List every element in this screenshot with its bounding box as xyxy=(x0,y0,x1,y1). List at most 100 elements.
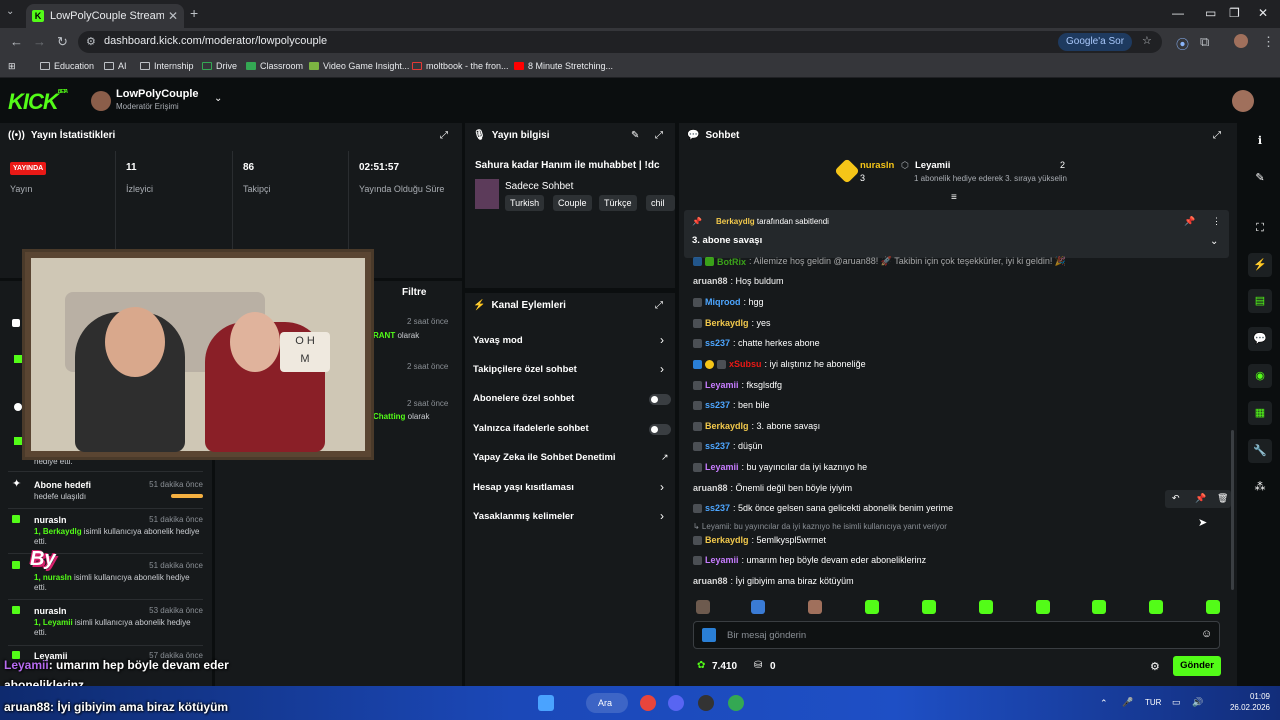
chat-message[interactable]: Berkaydlg: yes xyxy=(693,318,771,328)
chat-message[interactable]: ss237: 5dk önce gelsen sana gelicekti ab… xyxy=(693,503,953,513)
tag[interactable]: Turkish xyxy=(505,195,545,211)
pin-message-icon[interactable]: 📌 xyxy=(1195,493,1206,504)
chat-message[interactable]: Leyamii: umarım hep böyle devam eder abo… xyxy=(693,555,926,565)
chat-message[interactable]: aruan88: İyi gibiyim ama biraz kötüyüm xyxy=(693,576,854,586)
chat-icon[interactable]: 💬 xyxy=(1248,327,1272,351)
chrome-profile-icon[interactable] xyxy=(728,695,744,711)
chevron-down-icon[interactable]: ⌄ xyxy=(214,93,222,104)
kick-logo[interactable]: KICKBETA xyxy=(8,89,68,115)
restore-window-icon[interactable]: ❐ xyxy=(1229,6,1240,20)
account-age-action[interactable]: Hesap yaşı kısıtlaması xyxy=(473,482,574,493)
expand-icon[interactable]: ⤢ xyxy=(440,130,448,141)
extensions-puzzle-icon[interactable]: ⧉ xyxy=(1200,34,1209,50)
leader-1-name[interactable]: nurasln xyxy=(860,160,894,171)
bookmark-stretching[interactable]: 8 Minute Stretching... xyxy=(514,61,613,71)
chat-message[interactable]: Berkaydlg: 5emlkyspl5wrmet xyxy=(693,535,826,545)
extension-icon[interactable]: ⦿ xyxy=(1176,34,1189,53)
ai-moderation-action[interactable]: Yapay Zeka ile Sohbet Denetimi xyxy=(473,452,616,463)
reload-icon[interactable]: ↻ xyxy=(57,34,68,50)
emote-icon[interactable] xyxy=(979,600,993,614)
emote-icon[interactable] xyxy=(1036,600,1050,614)
chevron-down-icon[interactable]: ⌄ xyxy=(1210,236,1218,247)
chevron-right-icon[interactable]: › xyxy=(660,362,664,376)
chevron-right-icon[interactable]: › xyxy=(660,333,664,347)
emote-icon[interactable] xyxy=(1092,600,1106,614)
tab-list-icon[interactable]: ⌄ xyxy=(6,6,14,17)
banned-words-action[interactable]: Yasaklanmış kelimeler xyxy=(473,511,574,522)
category-name[interactable]: Sadece Sohbet xyxy=(505,181,573,192)
chat-message[interactable]: Leyamii: fksglsdfg xyxy=(693,380,782,390)
site-info-icon[interactable]: ⚙ xyxy=(86,35,96,48)
external-link-icon[interactable]: ↗ xyxy=(661,452,669,463)
chat-message[interactable]: ss237: ben bile xyxy=(693,400,770,410)
minimize-window-icon[interactable]: — xyxy=(1172,6,1184,20)
emote-icon[interactable] xyxy=(922,600,936,614)
channel-points[interactable]: 7.410 xyxy=(712,661,737,672)
address-bar[interactable]: ⚙ dashboard.kick.com/moderator/lowpolyco… xyxy=(78,31,1162,53)
obs-icon[interactable] xyxy=(698,695,714,711)
bookmark-video-game-insight[interactable]: Video Game Insight... xyxy=(309,61,409,71)
chat-message[interactable]: Miqrood: hgg xyxy=(693,297,764,307)
discord-icon[interactable] xyxy=(668,695,684,711)
send-button[interactable]: Gönder xyxy=(1173,656,1221,676)
leader-2-name[interactable]: Leyamii xyxy=(915,160,950,171)
chat-message[interactable]: Leyamii: bu yayıncılar da iyi kaznıyo he xyxy=(693,462,867,472)
more-options-icon[interactable]: ⋮ xyxy=(1212,216,1221,227)
tray-chevron-icon[interactable]: ⌃ xyxy=(1100,698,1108,709)
language-indicator[interactable]: TUR xyxy=(1145,698,1161,707)
volume-icon[interactable]: 🔊 xyxy=(1192,697,1203,708)
emotes-only-toggle[interactable] xyxy=(649,424,671,435)
chat-message[interactable]: BotRix: Ailemize hoş geldin @aruan88! 🚀 … xyxy=(693,256,1066,267)
bookmark-internship[interactable]: Internship xyxy=(140,61,194,71)
tag[interactable]: Türkçe xyxy=(599,195,637,211)
unpin-icon[interactable]: 📌 xyxy=(1184,216,1195,227)
collapse-leaderboard-icon[interactable]: ≡ xyxy=(951,192,957,203)
emote-icon[interactable] xyxy=(751,600,765,614)
followers-only-action[interactable]: Takipçilere özel sohbet xyxy=(473,364,577,375)
close-tab-icon[interactable]: ✕ xyxy=(168,9,178,23)
emote-icon[interactable] xyxy=(1206,600,1220,614)
info-icon[interactable]: ℹ xyxy=(1248,129,1272,153)
edit-pencil-icon[interactable]: ✎ xyxy=(631,130,639,141)
new-tab-icon[interactable]: + xyxy=(190,5,198,21)
expand-icon[interactable]: ⤢ xyxy=(1213,130,1221,141)
bookmark-ai[interactable]: AI xyxy=(104,61,127,71)
chat-message[interactable]: ss237: chatte herkes abone xyxy=(693,338,820,348)
screen-capture-icon[interactable]: ⛶ xyxy=(1248,216,1272,240)
chat-scrollbar[interactable] xyxy=(1231,430,1234,590)
taskbar-clock[interactable]: 01:09 26.02.2026 xyxy=(1222,691,1270,713)
chat-message[interactable]: Berkaydlg: 3. abone savaşı xyxy=(693,421,820,431)
layout-icon[interactable]: ▦ xyxy=(1248,401,1272,425)
channel-name[interactable]: LowPolyCouple xyxy=(116,88,199,100)
emote-icon[interactable] xyxy=(808,600,822,614)
subscribers-only-action[interactable]: Abonelere özel sohbet xyxy=(473,393,574,404)
expand-icon[interactable]: ⤢ xyxy=(655,130,663,141)
delete-icon[interactable]: 🗑 xyxy=(1217,493,1228,504)
emote-icon[interactable] xyxy=(865,600,879,614)
tools-icon[interactable]: 🔧 xyxy=(1248,439,1272,463)
start-icon[interactable] xyxy=(538,695,554,711)
google-search-button[interactable]: Google'a Sor xyxy=(1058,33,1133,51)
slow-mode-action[interactable]: Yavaş mod xyxy=(473,335,523,346)
chevron-right-icon[interactable]: › xyxy=(660,509,664,523)
notes-icon[interactable]: ▤ xyxy=(1248,289,1272,313)
bookmark-moltbook[interactable]: moltbook - the fron... xyxy=(412,61,509,71)
bookmark-classroom[interactable]: Classroom xyxy=(246,61,303,71)
emotes-only-action[interactable]: Yalnızca ifadelerle sohbet xyxy=(473,423,589,434)
chat-message[interactable]: aruan88: Önemli değil ben böyle iyiyim xyxy=(693,483,852,493)
lightning-icon[interactable]: ⚡ xyxy=(1248,253,1272,277)
bookmark-star-icon[interactable]: ☆ xyxy=(1142,34,1152,47)
tab-search-icon[interactable]: ▭ xyxy=(1205,6,1216,20)
plugins-icon[interactable]: ⁂ xyxy=(1248,475,1272,499)
taskbar-search[interactable]: Ara xyxy=(586,693,628,713)
edit-icon[interactable]: ✎ xyxy=(1248,166,1272,190)
user-avatar[interactable] xyxy=(1232,90,1254,112)
apps-grid-icon[interactable]: ⊞ xyxy=(8,61,16,72)
expand-icon[interactable]: ⤢ xyxy=(655,300,663,311)
emote-icon[interactable] xyxy=(1149,600,1163,614)
profile-avatar[interactable] xyxy=(1234,34,1248,48)
tag[interactable]: Couple xyxy=(553,195,592,211)
bookmark-drive[interactable]: Drive xyxy=(202,61,237,71)
emoji-icon[interactable]: ☺ xyxy=(1201,628,1212,640)
tag[interactable]: chil xyxy=(646,195,675,211)
